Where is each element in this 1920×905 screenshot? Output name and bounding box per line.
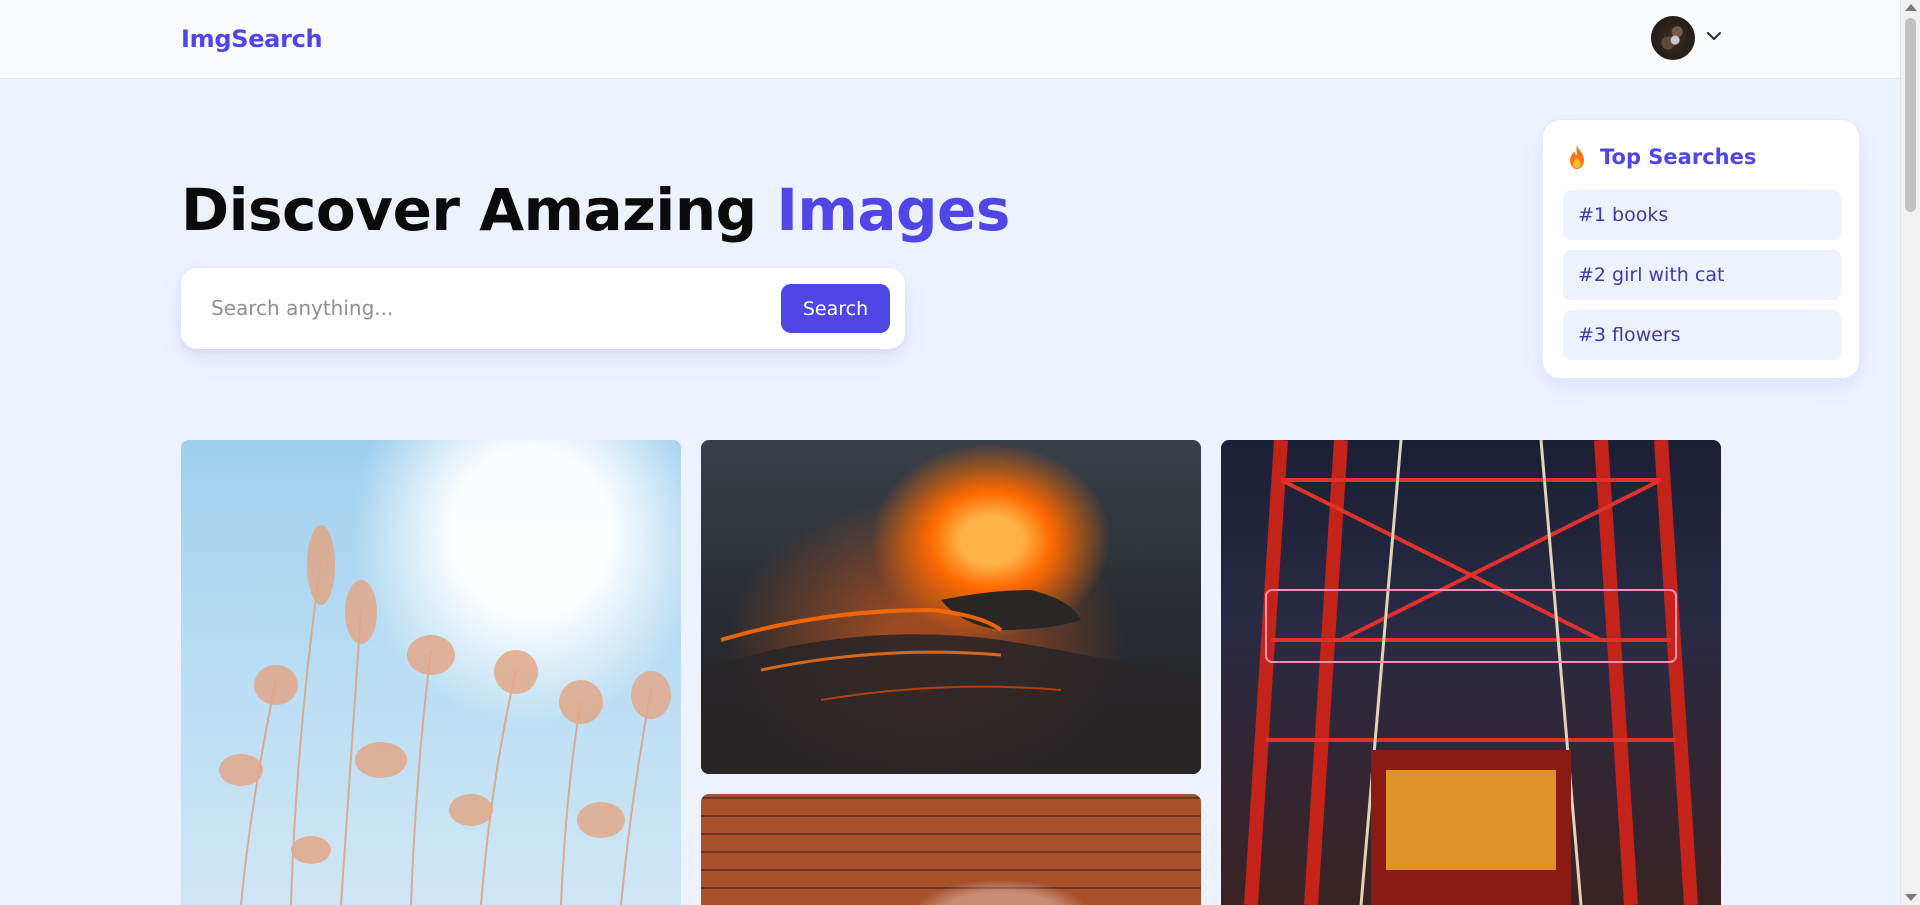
- search-input[interactable]: [211, 288, 751, 328]
- top-search-item[interactable]: #1 books: [1563, 190, 1841, 240]
- scroll-up-arrow-icon[interactable]: [1905, 4, 1917, 11]
- top-search-item[interactable]: #2 girl with cat: [1563, 250, 1841, 300]
- flame-icon: [1570, 145, 1584, 169]
- top-searches-title: Top Searches: [1600, 145, 1757, 169]
- scroll-thumb[interactable]: [1905, 18, 1916, 212]
- top-searches-header: Top Searches: [1566, 144, 1756, 170]
- title-accent: Images: [776, 176, 1010, 244]
- gallery-image-grass[interactable]: [181, 440, 681, 905]
- title-main: Discover Amazing: [181, 176, 777, 244]
- gallery-image-boomerang[interactable]: [1221, 440, 1721, 905]
- user-avatar[interactable]: [1651, 16, 1695, 60]
- top-searches-list: #1 books #2 girl with cat #3 flowers: [1563, 190, 1841, 370]
- page-title: Discover Amazing Images: [181, 176, 1010, 244]
- top-searches-panel: Top Searches #1 books #2 girl with cat #…: [1542, 119, 1860, 379]
- top-nav: ImgSearch: [0, 0, 1900, 79]
- chevron-down-icon[interactable]: [1704, 26, 1724, 46]
- vertical-scrollbar[interactable]: [1900, 0, 1920, 905]
- search-bar: Search: [181, 268, 905, 349]
- top-search-item[interactable]: #3 flowers: [1563, 310, 1841, 360]
- gallery-image-volcano[interactable]: [701, 440, 1201, 774]
- scroll-down-arrow-icon[interactable]: [1905, 894, 1917, 901]
- gallery-image-brick[interactable]: [701, 794, 1201, 905]
- search-button[interactable]: Search: [781, 284, 890, 333]
- app-logo[interactable]: ImgSearch: [181, 25, 323, 53]
